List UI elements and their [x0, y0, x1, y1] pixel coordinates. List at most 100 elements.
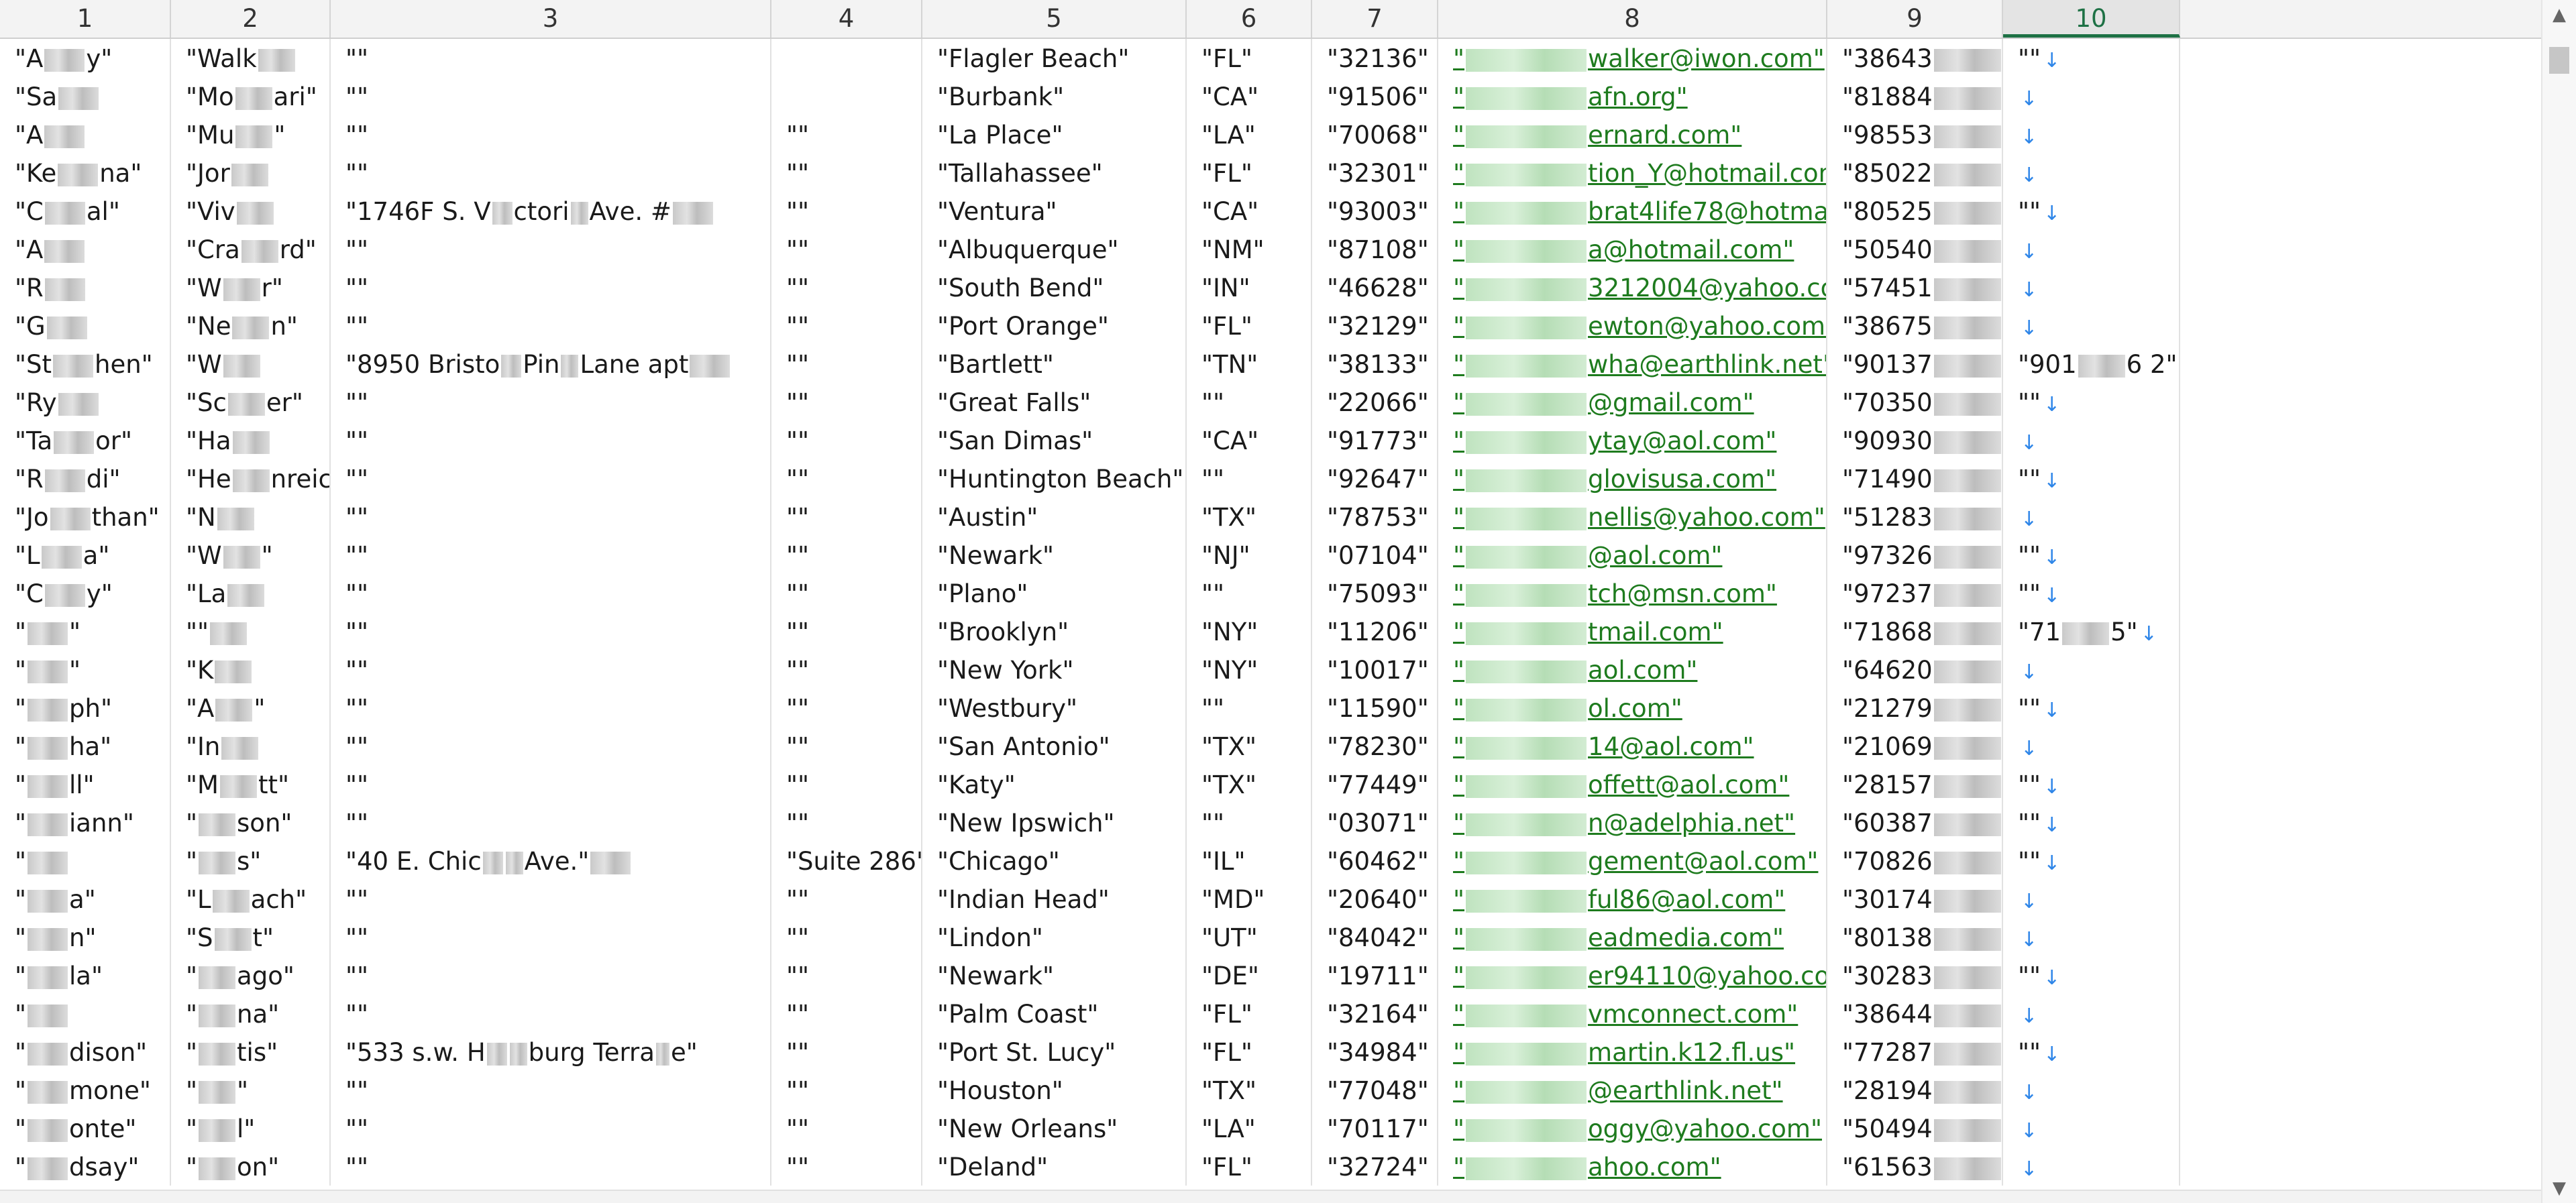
cell-col-2[interactable]: "W — [171, 345, 331, 383]
cell-col-1[interactable]: " onte" — [0, 1109, 171, 1147]
column-header-5[interactable]: 5 — [922, 0, 1187, 38]
column-header-9[interactable]: 9 — [1827, 0, 2003, 38]
column-header-1[interactable]: 1 — [0, 0, 171, 38]
sort-down-arrow-icon[interactable]: ↓ — [2021, 278, 2037, 302]
sort-down-arrow-icon[interactable]: ↓ — [2043, 546, 2060, 569]
sort-down-arrow-icon[interactable]: ↓ — [2021, 890, 2037, 913]
vertical-scrollbar[interactable]: ▲ ▼ — [2541, 0, 2576, 1203]
cell-col-2[interactable]: "He nreich" — [171, 459, 331, 498]
cell-col-6[interactable]: "TX" — [1187, 765, 1312, 803]
cell-col-10[interactable]: ↓ — [2003, 306, 2180, 345]
cell-col-8[interactable]: " er94110@yahoo.com" — [1438, 956, 1827, 994]
cell-col-6[interactable]: "LA" — [1187, 115, 1312, 154]
sort-down-arrow-icon[interactable]: ↓ — [2043, 469, 2060, 493]
cell-col-5[interactable]: "La Place" — [922, 115, 1187, 154]
cell-col-2[interactable]: "" — [171, 1071, 331, 1109]
cell-col-2[interactable]: "Mu " — [171, 115, 331, 154]
cell-col-1[interactable]: " " — [0, 650, 171, 689]
cell-col-9[interactable]: "98553" — [1827, 115, 2003, 154]
cell-col-8[interactable]: " nellis@yahoo.com" — [1438, 498, 1827, 536]
column-header-10[interactable]: 10 — [2003, 0, 2180, 38]
cell-col-7[interactable]: "78753" — [1312, 498, 1438, 536]
cell-col-6[interactable]: "" — [1187, 459, 1312, 498]
sort-down-arrow-icon[interactable]: ↓ — [2021, 661, 2037, 684]
cell-col-1[interactable]: "Ke na" — [0, 154, 171, 192]
cell-col-1[interactable]: " ha" — [0, 727, 171, 765]
cell-col-1[interactable]: " ll" — [0, 765, 171, 803]
cell-col-9[interactable]: "28194" — [1827, 1071, 2003, 1109]
cell-col-5[interactable]: "Deland" — [922, 1147, 1187, 1186]
cell-col-10[interactable]: "" ↓ — [2003, 842, 2180, 880]
cell-col-8[interactable]: " offett@aol.com" — [1438, 765, 1827, 803]
cell-col-5[interactable]: "Huntington Beach" — [922, 459, 1187, 498]
cell-col-7[interactable]: "84042" — [1312, 918, 1438, 956]
cell-col-4[interactable]: "" — [771, 345, 922, 383]
cell-col-1[interactable]: "A — [0, 115, 171, 154]
cell-col-6[interactable]: "LA" — [1187, 1109, 1312, 1147]
cell-col-8[interactable]: " afn.org" — [1438, 77, 1827, 115]
cell-col-3[interactable]: "" — [331, 803, 771, 842]
cell-col-5[interactable]: "Westbury" — [922, 689, 1187, 727]
cell-col-5[interactable]: "Brooklyn" — [922, 612, 1187, 650]
cell-col-6[interactable]: "NY" — [1187, 612, 1312, 650]
cell-col-10[interactable]: ↓ — [2003, 230, 2180, 268]
cell-col-7[interactable]: "92647" — [1312, 459, 1438, 498]
column-header-3[interactable]: 3 — [331, 0, 771, 38]
cell-col-4[interactable]: "" — [771, 727, 922, 765]
cell-col-1[interactable]: "L a" — [0, 536, 171, 574]
cell-col-9[interactable]: "51283" — [1827, 498, 2003, 536]
cell-col-1[interactable]: "St hen" — [0, 345, 171, 383]
cell-col-2[interactable]: "Viv — [171, 192, 331, 230]
cell-col-6[interactable]: "UT" — [1187, 918, 1312, 956]
cell-col-3[interactable]: "" — [331, 383, 771, 421]
cell-col-10[interactable]: ↓ — [2003, 650, 2180, 689]
cell-col-3[interactable]: "" — [331, 727, 771, 765]
cell-col-4[interactable]: "" — [771, 306, 922, 345]
scroll-up-button[interactable]: ▲ — [2542, 0, 2576, 30]
cell-col-3[interactable]: "" — [331, 650, 771, 689]
cell-col-5[interactable]: "Lindon" — [922, 918, 1187, 956]
cell-col-5[interactable]: "Katy" — [922, 765, 1187, 803]
cell-col-3[interactable]: "" — [331, 306, 771, 345]
cell-col-4[interactable]: "" — [771, 956, 922, 994]
cell-col-9[interactable]: "50540" — [1827, 230, 2003, 268]
cell-col-9[interactable]: "30174" — [1827, 880, 2003, 918]
cell-col-7[interactable]: "46628" — [1312, 268, 1438, 306]
cell-col-4[interactable]: "" — [771, 268, 922, 306]
cell-col-4[interactable] — [771, 77, 922, 115]
cell-col-6[interactable]: "DE" — [1187, 956, 1312, 994]
cell-col-6[interactable]: "CA" — [1187, 192, 1312, 230]
cell-col-10[interactable]: "9016 2"↓ — [2003, 345, 2180, 383]
sort-down-arrow-icon[interactable]: ↓ — [2043, 202, 2060, 225]
cell-col-8[interactable]: " ewton@yahoo.com" — [1438, 306, 1827, 345]
cell-col-7[interactable]: "91773" — [1312, 421, 1438, 459]
sort-down-arrow-icon[interactable]: ↓ — [2043, 584, 2060, 608]
cell-col-8[interactable]: " aol.com" — [1438, 650, 1827, 689]
cell-col-3[interactable]: "533 s.w. H burg Terra e" — [331, 1033, 771, 1071]
cell-col-3[interactable]: "" — [331, 612, 771, 650]
cell-col-10[interactable]: "" ↓ — [2003, 765, 2180, 803]
cell-col-5[interactable]: "Port Orange" — [922, 306, 1187, 345]
cell-col-5[interactable]: "Ventura" — [922, 192, 1187, 230]
cell-col-5[interactable]: "Tallahassee" — [922, 154, 1187, 192]
sort-down-arrow-icon[interactable]: ↓ — [2043, 966, 2060, 990]
cell-col-4[interactable]: "" — [771, 803, 922, 842]
cell-col-3[interactable]: "" — [331, 536, 771, 574]
cell-col-1[interactable]: " a" — [0, 880, 171, 918]
cell-col-10[interactable]: ↓ — [2003, 1071, 2180, 1109]
cell-col-10[interactable]: "" ↓ — [2003, 956, 2180, 994]
cell-col-3[interactable]: "" — [331, 956, 771, 994]
sort-down-arrow-icon[interactable]: ↓ — [2043, 775, 2060, 799]
cell-col-10[interactable]: ↓ — [2003, 268, 2180, 306]
cell-col-4[interactable]: "" — [771, 498, 922, 536]
cell-col-2[interactable]: "L ach" — [171, 880, 331, 918]
cell-col-3[interactable]: "" — [331, 230, 771, 268]
cell-col-10[interactable]: ↓ — [2003, 918, 2180, 956]
cell-col-6[interactable]: "" — [1187, 574, 1312, 612]
cell-col-1[interactable]: " dison" — [0, 1033, 171, 1071]
cell-col-7[interactable]: "60462" — [1312, 842, 1438, 880]
cell-col-5[interactable]: "Indian Head" — [922, 880, 1187, 918]
cell-col-7[interactable]: "32164" — [1312, 994, 1438, 1033]
cell-col-6[interactable]: "NJ" — [1187, 536, 1312, 574]
cell-col-8[interactable]: " gement@aol.com" — [1438, 842, 1827, 880]
